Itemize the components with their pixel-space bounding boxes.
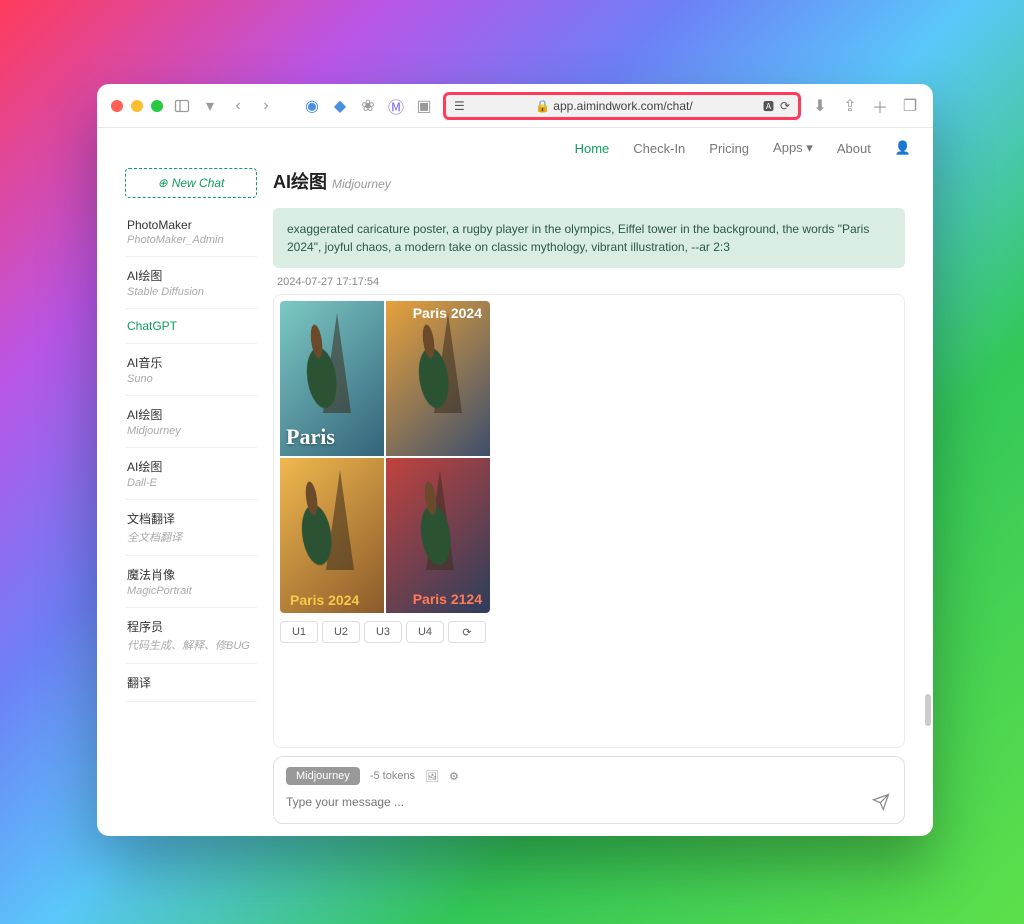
maximize-window-button[interactable] <box>151 100 163 112</box>
lock-icon: 🔒 <box>535 99 550 113</box>
tabs-icon[interactable]: ❐ <box>901 97 919 115</box>
top-nav: Home Check-In Pricing Apps ▾ About 👤 <box>97 128 933 168</box>
page-title-text: AI绘图 <box>273 172 327 192</box>
sidebar-item-sub: Stable Diffusion <box>127 286 255 298</box>
extension-icon-2[interactable]: ◆ <box>331 97 349 115</box>
sidebar-item-label: 魔法肖像 <box>127 566 255 583</box>
extension-icon-5[interactable]: ▣ <box>415 97 433 115</box>
sidebar-item-label: AI绘图 <box>127 406 255 423</box>
nav-about[interactable]: About <box>837 141 871 156</box>
sidebar-item-label: 翻译 <box>127 674 255 691</box>
new-chat-button[interactable]: ⊕ New Chat <box>125 168 257 198</box>
close-window-button[interactable] <box>111 100 123 112</box>
result-image-2[interactable]: Paris 2024 <box>386 301 490 456</box>
reroll-button[interactable]: ⟳ <box>448 621 486 643</box>
sidebar-item-sub: 全文档翻译 <box>127 529 255 545</box>
page-content: Home Check-In Pricing Apps ▾ About 👤 ⊕ N… <box>97 128 933 836</box>
sidebar-item-photomaker[interactable]: PhotoMaker PhotoMaker_Admin <box>125 208 257 257</box>
image-attach-icon[interactable]: 🖼 <box>425 770 439 783</box>
panel-label: Paris 2124 <box>413 591 482 607</box>
back-button[interactable]: ‹ <box>229 97 247 115</box>
sidebar-item-chatgpt[interactable]: ChatGPT <box>125 309 257 344</box>
panel-label: Paris <box>286 424 335 450</box>
user-menu-icon[interactable]: 👤 <box>895 140 911 156</box>
main-panel: AI绘图 Midjourney exaggerated caricature p… <box>273 168 905 824</box>
sidebar-item-sub: PhotoMaker_Admin <box>127 234 255 246</box>
extension-icon-4[interactable]: Ⓜ <box>387 97 405 115</box>
sidebar-item-sd[interactable]: AI绘图 Stable Diffusion <box>125 257 257 309</box>
nav-checkin[interactable]: Check-In <box>633 141 685 156</box>
browser-window: ▾ ‹ › ◉ ◆ ❀ Ⓜ ▣ ☰ 🔒 app.aimindwork.com/c… <box>97 84 933 836</box>
minimize-window-button[interactable] <box>131 100 143 112</box>
page-subtitle: Midjourney <box>332 177 391 191</box>
extension-icon-1[interactable]: ◉ <box>303 97 321 115</box>
sidebar-item-doctranslate[interactable]: 文档翻译 全文档翻译 <box>125 500 257 556</box>
sidebar-item-suno[interactable]: AI音乐 Suno <box>125 344 257 396</box>
sidebar: ⊕ New Chat PhotoMaker PhotoMaker_Admin A… <box>125 168 257 824</box>
translate-icon[interactable]: 🅰 <box>763 98 774 114</box>
sidebar-item-sub: Dall-E <box>127 477 255 489</box>
nav-apps[interactable]: Apps ▾ <box>773 140 813 156</box>
sidebar-item-label: AI绘图 <box>127 458 255 475</box>
sidebar-item-label: 程序员 <box>127 618 255 635</box>
result-image-3[interactable]: Paris 2024 <box>280 458 384 613</box>
scrollbar-thumb[interactable] <box>925 694 931 726</box>
page-title: AI绘图 Midjourney <box>273 168 905 194</box>
token-cost: -5 tokens <box>370 770 415 782</box>
url-text: app.aimindwork.com/chat/ <box>553 99 692 113</box>
download-icon[interactable]: ⬇ <box>811 97 829 115</box>
image-grid[interactable]: Paris Paris 2024 Paris 2024 Paris 2 <box>280 301 490 613</box>
u4-button[interactable]: U4 <box>406 621 444 643</box>
address-bar[interactable]: ☰ 🔒 app.aimindwork.com/chat/ 🅰 ⟳ <box>443 92 801 120</box>
sidebar-item-translate[interactable]: 翻译 <box>125 664 257 702</box>
panel-label: Paris 2024 <box>290 593 359 607</box>
extension-icon-3[interactable]: ❀ <box>359 97 377 115</box>
forward-button[interactable]: › <box>257 97 275 115</box>
sidebar-item-label: PhotoMaker <box>127 218 255 232</box>
reader-icon: ☰ <box>454 99 465 113</box>
sidebar-item-label: AI绘图 <box>127 267 255 284</box>
model-badge[interactable]: Midjourney <box>286 767 360 785</box>
sidebar-item-midjourney[interactable]: AI绘图 Midjourney <box>125 396 257 448</box>
traffic-lights <box>111 100 163 112</box>
sidebar-item-sub: 代码生成、解释、修BUG <box>127 637 255 653</box>
u1-button[interactable]: U1 <box>280 621 318 643</box>
input-area: Midjourney -5 tokens 🖼 ⚙ <box>273 756 905 824</box>
new-tab-icon[interactable]: ＋ <box>871 97 889 115</box>
browser-toolbar: ▾ ‹ › ◉ ◆ ❀ Ⓜ ▣ ☰ 🔒 app.aimindwork.com/c… <box>97 84 933 128</box>
timestamp: 2024-07-27 17:17:54 <box>277 276 905 288</box>
new-chat-label: New Chat <box>172 176 225 190</box>
u2-button[interactable]: U2 <box>322 621 360 643</box>
sidebar-item-magicportrait[interactable]: 魔法肖像 MagicPortrait <box>125 556 257 608</box>
sidebar-item-sub: MagicPortrait <box>127 585 255 597</box>
settings-icon[interactable]: ⚙ <box>449 770 459 783</box>
nav-pricing[interactable]: Pricing <box>709 141 749 156</box>
reload-icon[interactable]: ⟳ <box>780 99 790 113</box>
upscale-button-row: U1 U2 U3 U4 ⟳ <box>280 621 898 643</box>
prompt-bubble: exaggerated caricature poster, a rugby p… <box>273 208 905 268</box>
sidebar-item-sub: Midjourney <box>127 425 255 437</box>
panel-label: Paris 2024 <box>413 305 482 321</box>
u3-button[interactable]: U3 <box>364 621 402 643</box>
result-image-1[interactable]: Paris <box>280 301 384 456</box>
sidebar-item-dalle[interactable]: AI绘图 Dall-E <box>125 448 257 500</box>
sidebar-item-label: AI音乐 <box>127 354 255 371</box>
send-button[interactable] <box>870 791 892 813</box>
sidebar-toggle-icon[interactable] <box>173 97 191 115</box>
result-box: Paris Paris 2024 Paris 2024 Paris 2 <box>273 294 905 748</box>
chevron-down-icon[interactable]: ▾ <box>201 97 219 115</box>
sidebar-item-sub: Suno <box>127 373 255 385</box>
plus-icon: ⊕ <box>158 176 168 190</box>
sidebar-item-label: ChatGPT <box>127 319 255 333</box>
message-input[interactable] <box>286 795 870 809</box>
sidebar-item-label: 文档翻译 <box>127 510 255 527</box>
result-image-4[interactable]: Paris 2124 <box>386 458 490 613</box>
nav-home[interactable]: Home <box>575 141 610 156</box>
sidebar-item-programmer[interactable]: 程序员 代码生成、解释、修BUG <box>125 608 257 664</box>
share-icon[interactable]: ⇪ <box>841 97 859 115</box>
